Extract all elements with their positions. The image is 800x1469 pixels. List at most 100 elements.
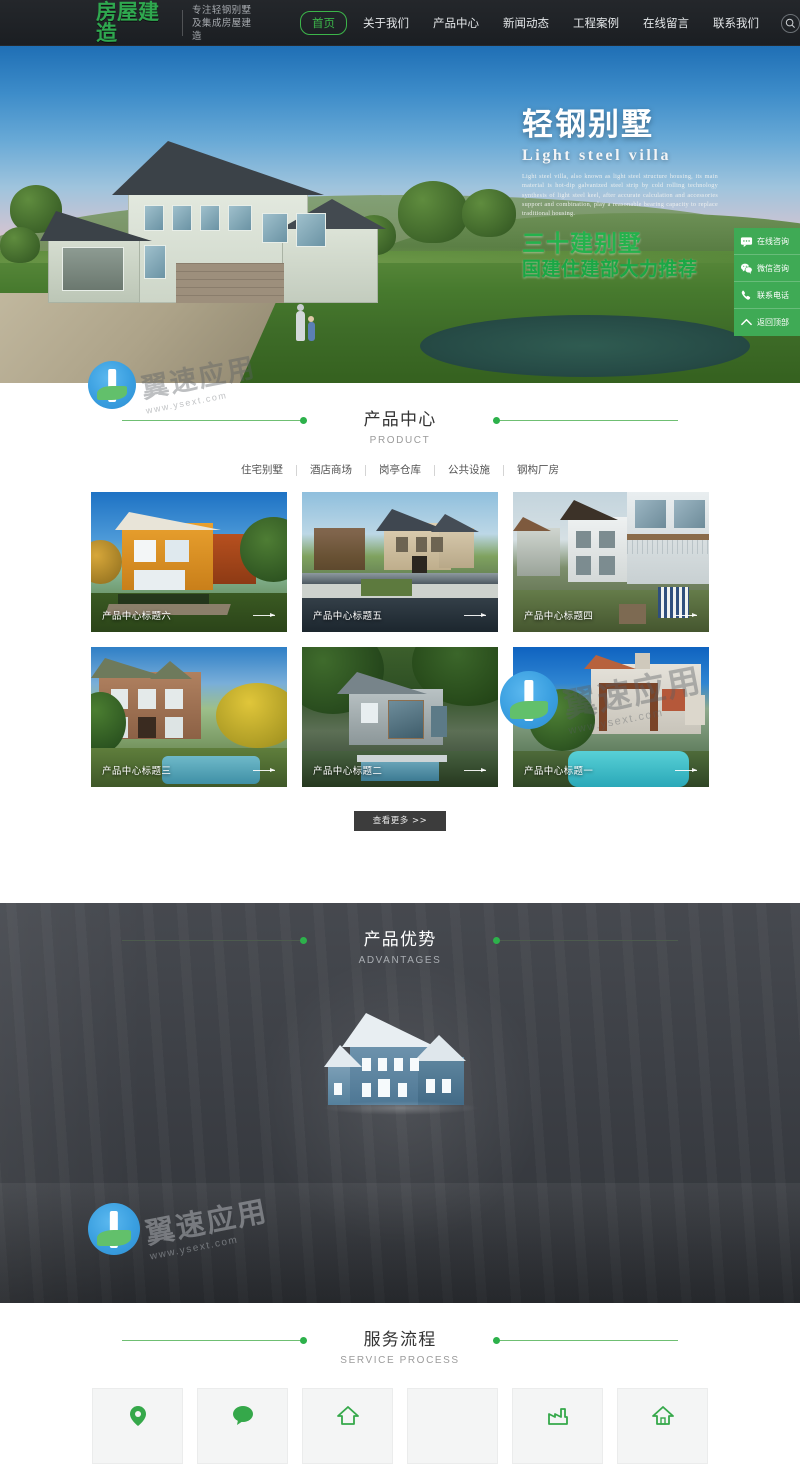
- product-card[interactable]: 产品中心标题二: [302, 647, 498, 787]
- product-section-header: 产品中心 PRODUCT: [0, 383, 800, 446]
- advantages-section-header: 产品优势 ADVANTAGES: [0, 903, 800, 966]
- hero-banner: 轻钢别墅 Light steel villa Light steel villa…: [0, 46, 800, 383]
- section-rule-right: [493, 937, 678, 944]
- advantages-title-en: ADVANTAGES: [358, 955, 442, 966]
- product-card-caption: 产品中心标题二: [302, 753, 498, 787]
- hero-title-en: Light steel villa: [522, 147, 672, 165]
- side-button-back-to-top[interactable]: 返回顶部: [734, 309, 800, 336]
- product-tab-residential-villa[interactable]: 住宅别墅: [228, 464, 296, 477]
- nav-item-home[interactable]: 首页: [300, 11, 347, 35]
- hero-slogan-1: 三十建别墅: [522, 230, 642, 257]
- hero-title-cn: 轻钢别墅: [522, 107, 654, 143]
- product-card[interactable]: 产品中心标题四: [513, 492, 709, 632]
- section-rule-left: [122, 417, 307, 424]
- view-more-button[interactable]: 查看更多 >>: [354, 811, 446, 831]
- hero-figures: [296, 304, 320, 341]
- service-card-consult-location[interactable]: [92, 1388, 183, 1464]
- side-button-phone[interactable]: 联系电话: [734, 282, 800, 309]
- phone-icon: [741, 290, 751, 300]
- hero-pond: [420, 315, 750, 377]
- product-card-title: 产品中心标题六: [102, 611, 172, 622]
- side-button-wechat-consult[interactable]: 微信咨询: [734, 255, 800, 282]
- service-card-delivery[interactable]: [617, 1388, 708, 1464]
- product-title-cn: 产品中心: [363, 410, 437, 430]
- hero-driveway: [0, 293, 281, 383]
- product-tab-hotel-mall[interactable]: 酒店商场: [297, 464, 365, 477]
- logo-tagline-line2: 及集成房屋建造: [192, 17, 252, 42]
- section-rule-dot: [493, 417, 500, 424]
- service-card-production[interactable]: [512, 1388, 603, 1464]
- arrow-right-icon: [253, 767, 275, 772]
- product-card-caption: 产品中心标题一: [513, 753, 709, 787]
- product-card-title: 产品中心标题三: [102, 766, 172, 777]
- side-button-label: 在线咨询: [757, 236, 789, 246]
- side-button-label: 返回顶部: [757, 318, 789, 327]
- nav-item-cases[interactable]: 工程案例: [561, 13, 631, 33]
- blank-icon: [443, 1405, 463, 1425]
- product-grid: 产品中心标题六 产品中心标题五 产品中心标题四 产品中心标题三 产品中心标题二 …: [91, 492, 709, 787]
- product-card[interactable]: 产品中心标题一: [513, 647, 709, 787]
- service-title-cn: 服务流程: [363, 1330, 437, 1350]
- product-tab-kiosk-warehouse[interactable]: 岗亭仓库: [366, 464, 434, 477]
- hero-text-block: 轻钢别墅 Light steel villa Light steel villa…: [522, 108, 762, 282]
- nav-item-news[interactable]: 新闻动态: [491, 13, 561, 33]
- logo-tagline-line1: 专注轻钢别墅: [192, 4, 252, 16]
- factory-icon: [547, 1408, 568, 1425]
- hero-slogan-2: 国建住建部大力推荐: [522, 258, 698, 281]
- wechat-icon: [740, 263, 753, 274]
- site-header: 房屋建造 专注轻钢别墅 及集成房屋建造 首页 关于我们 产品中心 新闻动态 工程…: [0, 0, 800, 46]
- side-button-label: 微信咨询: [757, 263, 789, 273]
- side-button-label: 联系电话: [757, 290, 789, 300]
- service-card-design[interactable]: [302, 1388, 393, 1464]
- product-section: 产品中心 PRODUCT 住宅别墅 酒店商场 岗亭仓库 公共设施 钢构厂房 产品…: [0, 352, 800, 903]
- product-tab-public-facility[interactable]: 公共设施: [435, 464, 503, 477]
- section-rule-left: [122, 937, 307, 944]
- search-icon: [785, 18, 795, 28]
- service-card-contract[interactable]: [407, 1388, 498, 1464]
- service-section-header: 服务流程 SERVICE PROCESS: [0, 1303, 800, 1366]
- arrow-right-icon: [675, 612, 697, 617]
- chevron-up-icon: [741, 318, 752, 326]
- chat-bubble-icon: [232, 1406, 253, 1425]
- section-rule-dot: [493, 937, 500, 944]
- nav-item-about[interactable]: 关于我们: [351, 13, 421, 33]
- nav-item-products[interactable]: 产品中心: [421, 13, 491, 33]
- search-button[interactable]: [781, 13, 800, 33]
- chat-icon: [740, 236, 753, 247]
- logo[interactable]: 房屋建造 专注轻钢别墅 及集成房屋建造: [96, 2, 254, 44]
- product-tab-steel-workshop[interactable]: 钢构厂房: [504, 464, 572, 477]
- section-rule-dot: [493, 1337, 500, 1344]
- product-card-title: 产品中心标题一: [524, 766, 594, 777]
- product-category-tabs: 住宅别墅 酒店商场 岗亭仓库 公共设施 钢构厂房: [0, 464, 800, 477]
- advantages-title-cn: 产品优势: [363, 930, 437, 950]
- side-button-online-consult[interactable]: 在线咨询: [734, 228, 800, 255]
- product-card[interactable]: 产品中心标题六: [91, 492, 287, 632]
- arrow-right-icon: [464, 612, 486, 617]
- location-pin-icon: [129, 1406, 146, 1426]
- product-card[interactable]: 产品中心标题五: [302, 492, 498, 632]
- main-nav: 首页 关于我们 产品中心 新闻动态 工程案例 在线留言 联系我们: [300, 11, 800, 35]
- product-card-title: 产品中心标题五: [313, 611, 383, 622]
- nav-item-contact[interactable]: 联系我们: [701, 13, 771, 33]
- hero-house-illustration: [40, 125, 386, 303]
- section-rule-right: [493, 1337, 678, 1344]
- service-process-section: 服务流程 SERVICE PROCESS: [0, 1303, 800, 1469]
- product-title-en: PRODUCT: [369, 435, 431, 446]
- arrow-right-icon: [464, 767, 486, 772]
- hero-tree: [398, 181, 468, 243]
- arrow-right-icon: [253, 612, 275, 617]
- service-title-en: SERVICE PROCESS: [340, 1355, 460, 1366]
- home-icon: [336, 1406, 359, 1425]
- product-card[interactable]: 产品中心标题三: [91, 647, 287, 787]
- hero-tree: [462, 189, 516, 237]
- house-outline-icon: [651, 1406, 674, 1425]
- nav-item-message[interactable]: 在线留言: [631, 13, 701, 33]
- hero-tree: [0, 227, 40, 263]
- section-rule-right: [493, 417, 678, 424]
- product-card-caption: 产品中心标题四: [513, 598, 709, 632]
- product-card-title: 产品中心标题四: [524, 611, 594, 622]
- section-rule-dot: [300, 1337, 307, 1344]
- service-card-communication[interactable]: [197, 1388, 288, 1464]
- service-process-cards: [0, 1388, 800, 1464]
- logo-text: 房屋建造: [96, 0, 159, 45]
